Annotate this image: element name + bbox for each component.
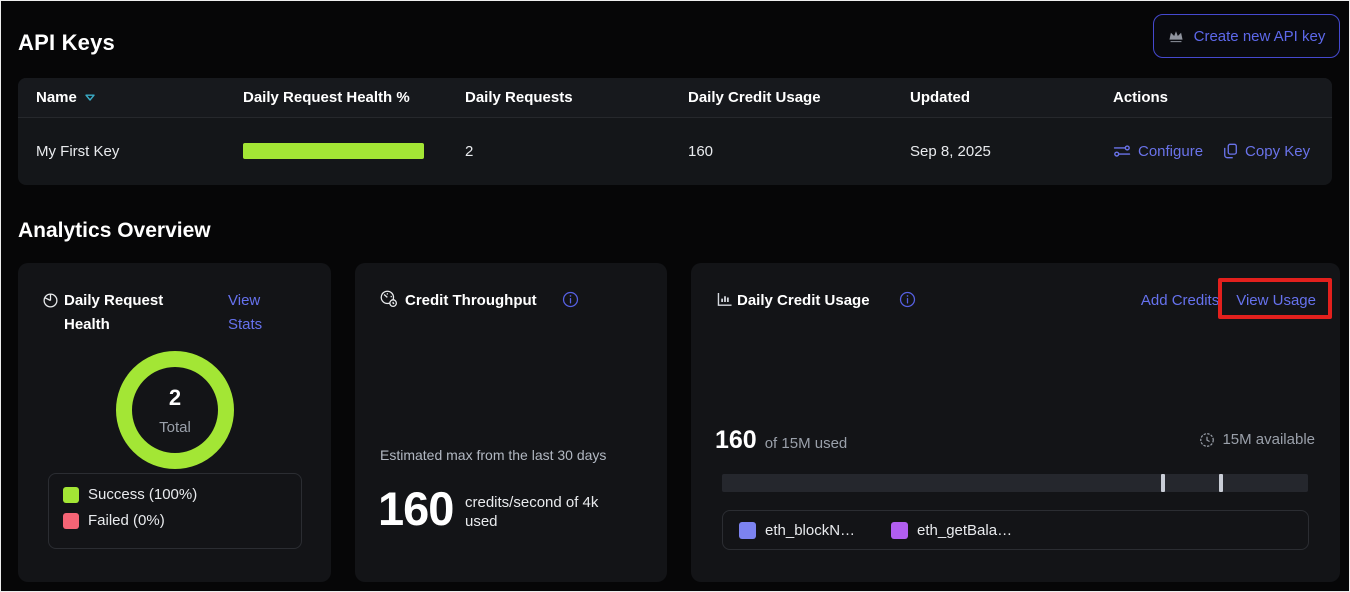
column-header-daily-credit-usage: Daily Credit Usage: [688, 89, 910, 106]
credits-available-label: 15M available: [1222, 431, 1315, 448]
copy-icon: [1223, 143, 1238, 159]
usage-card-links: Add Credits View Usage: [1141, 289, 1316, 313]
legend-item-failed: Failed (0%): [63, 512, 287, 529]
configure-link[interactable]: Configure: [1113, 143, 1203, 160]
column-header-updated: Updated: [910, 89, 1113, 106]
credits-used-label: of 15M used: [765, 435, 848, 452]
table-row: My First Key 2 160 Sep 8, 2025 Configure: [18, 118, 1332, 184]
bar-chart-icon: [716, 291, 734, 308]
column-header-actions: Actions: [1113, 89, 1332, 106]
health-legend: Success (100%) Failed (0%): [48, 473, 302, 549]
table-header-row: Name Daily Request Health % Daily Reques…: [18, 78, 1332, 118]
daily-credit-usage-value: 160: [688, 143, 910, 160]
add-credits-link[interactable]: Add Credits: [1141, 289, 1219, 313]
usage-legend: eth_blockN… eth_getBala…: [722, 510, 1309, 550]
create-api-key-button[interactable]: Create new API key: [1153, 14, 1340, 58]
legend-item-eth-getbalance: eth_getBala…: [891, 522, 1043, 539]
health-bar-cell: [243, 143, 465, 159]
key-name: My First Key: [36, 143, 243, 160]
pie-chart-icon: [42, 292, 59, 309]
api-keys-table: Name Daily Request Health % Daily Reques…: [18, 78, 1332, 185]
column-header-daily-requests: Daily Requests: [465, 89, 688, 106]
throughput-value: 160: [378, 481, 453, 536]
sort-descending-icon: [84, 93, 96, 102]
view-usage-link[interactable]: View Usage: [1236, 289, 1316, 313]
failed-swatch: [63, 513, 79, 529]
legend-item-eth-blocknumber: eth_blockN…: [739, 522, 891, 539]
progress-tick: [1161, 474, 1165, 492]
credits-used-value: 160: [715, 426, 757, 455]
api-dashboard: API Keys Create new API key Name Daily R…: [0, 0, 1350, 592]
column-header-health: Daily Request Health %: [243, 89, 465, 106]
analytics-overview-title: Analytics Overview: [18, 219, 211, 243]
clock-icon: [1199, 432, 1215, 448]
actions-cell: Configure Copy Key: [1113, 143, 1332, 160]
copy-key-link[interactable]: Copy Key: [1223, 143, 1310, 160]
info-icon[interactable]: [562, 291, 579, 308]
page-title: API Keys: [18, 30, 115, 56]
donut-total-label: Total: [116, 419, 234, 436]
method-swatch: [891, 522, 908, 539]
updated-value: Sep 8, 2025: [910, 143, 1113, 160]
card-title-daily-credit-usage: Daily Credit Usage: [737, 289, 870, 313]
legend-item-success: Success (100%): [63, 486, 287, 503]
credits-available: 15M available: [1199, 431, 1315, 448]
create-api-key-label: Create new API key: [1194, 28, 1326, 45]
progress-tick: [1219, 474, 1223, 492]
crown-icon: [1168, 29, 1184, 43]
card-title-daily-request-health: Daily Request Health: [64, 289, 186, 337]
throughput-unit-label: credits/second of 4k used: [465, 493, 630, 531]
gauge-icon: [379, 290, 399, 308]
success-swatch: [63, 487, 79, 503]
daily-request-health-card: Daily Request Health View Stats 2 Total …: [18, 263, 331, 582]
column-header-name[interactable]: Name: [36, 89, 243, 106]
daily-requests-value: 2: [465, 143, 688, 160]
method-swatch: [739, 522, 756, 539]
info-icon[interactable]: [899, 291, 916, 308]
throughput-subtitle: Estimated max from the last 30 days: [380, 447, 606, 463]
view-stats-link[interactable]: View Stats: [228, 289, 280, 337]
daily-credit-usage-card: Daily Credit Usage Add Credits View Usag…: [691, 263, 1340, 582]
usage-summary: 160 of 15M used: [715, 426, 847, 455]
credit-usage-progress-bar: [722, 474, 1308, 492]
credit-throughput-card: Credit Throughput Estimated max from the…: [355, 263, 667, 582]
card-title-credit-throughput: Credit Throughput: [405, 289, 537, 313]
donut-total-value: 2: [116, 385, 234, 411]
sliders-icon: [1113, 144, 1131, 158]
health-percentage-bar: [243, 143, 424, 159]
